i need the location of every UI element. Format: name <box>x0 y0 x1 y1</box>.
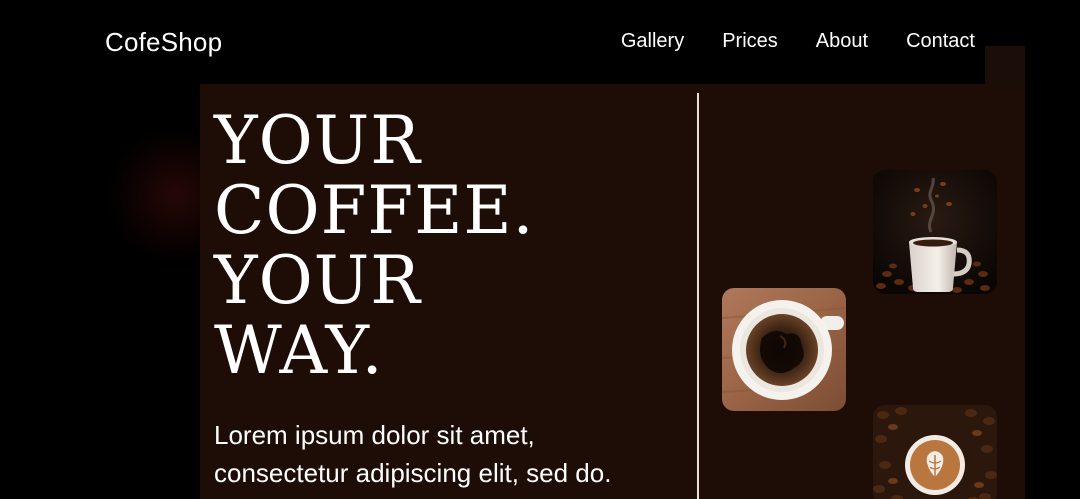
vertical-divider <box>697 93 699 499</box>
nav-link-about[interactable]: About <box>816 30 868 53</box>
tagline-line-1: Lorem ipsum dolor sit amet, <box>214 420 535 450</box>
brand-logo[interactable]: CofeShop <box>105 27 222 58</box>
headline-line-3: YOUR <box>214 242 421 319</box>
nav-link-gallery[interactable]: Gallery <box>621 30 684 53</box>
gallery-image-black-coffee[interactable] <box>722 288 846 411</box>
tagline-line-2: consectetur adipiscing elit, sed do. <box>214 458 612 488</box>
nav-link-prices[interactable]: Prices <box>722 30 778 53</box>
hero-tagline: Lorem ipsum dolor sit amet, consectetur … <box>214 416 611 492</box>
hero-headline: YOUR COFFEE. YOUR WAY. <box>214 106 535 386</box>
headline-line-4: WAY. <box>214 312 384 389</box>
nav-link-contact[interactable]: Contact <box>906 30 975 53</box>
gallery-image-steaming-cup[interactable] <box>873 170 997 294</box>
latte-art-illustration <box>873 405 997 499</box>
black-coffee-illustration <box>722 288 846 411</box>
headline-line-2: COFFEE. <box>214 172 535 249</box>
nav-links: Gallery Prices About Contact <box>621 30 975 53</box>
gallery-image-latte-art[interactable] <box>873 405 997 499</box>
steaming-cup-illustration <box>873 170 997 294</box>
page: CofeShop Gallery Prices About Contact YO… <box>0 0 1080 499</box>
headline-line-1: YOUR <box>214 102 421 179</box>
